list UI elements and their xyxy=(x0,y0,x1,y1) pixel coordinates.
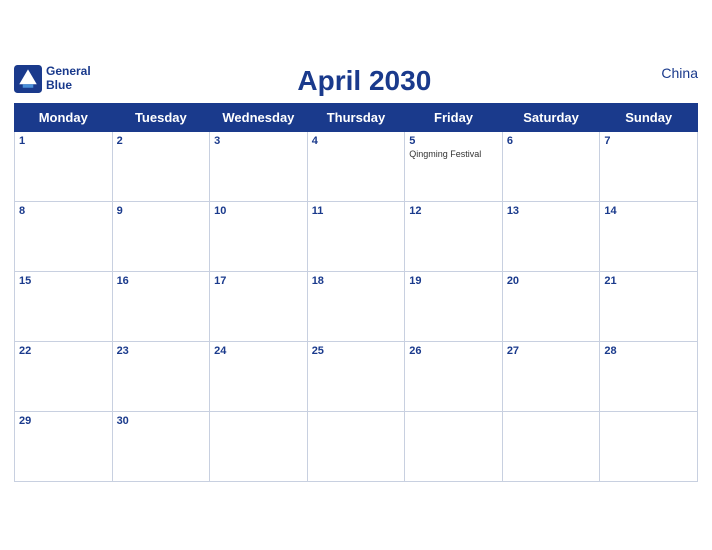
calendar-day-cell: 23 xyxy=(112,341,210,411)
day-number: 4 xyxy=(312,135,401,147)
day-number: 18 xyxy=(312,275,401,287)
calendar-day-cell: 10 xyxy=(210,201,308,271)
calendar-day-cell xyxy=(600,411,698,481)
calendar-header: General Blue April 2030 China xyxy=(14,65,698,97)
calendar-day-cell: 29 xyxy=(15,411,113,481)
day-number: 16 xyxy=(117,275,206,287)
calendar-day-cell: 1 xyxy=(15,131,113,201)
calendar-week-row: 15 16 17 18 19 20 21 xyxy=(15,271,698,341)
calendar-day-cell: 18 xyxy=(307,271,405,341)
general-blue-logo-icon xyxy=(14,65,42,93)
day-number: 7 xyxy=(604,135,693,147)
calendar-day-cell xyxy=(210,411,308,481)
day-number: 30 xyxy=(117,415,206,427)
day-number: 5 xyxy=(409,135,498,147)
calendar-day-cell: 8 xyxy=(15,201,113,271)
day-number: 24 xyxy=(214,345,303,357)
day-number: 27 xyxy=(507,345,596,357)
calendar-day-cell xyxy=(405,411,503,481)
calendar-day-cell: 21 xyxy=(600,271,698,341)
day-number: 22 xyxy=(19,345,108,357)
day-number: 9 xyxy=(117,205,206,217)
header-monday: Monday xyxy=(15,103,113,131)
header-wednesday: Wednesday xyxy=(210,103,308,131)
header-saturday: Saturday xyxy=(502,103,600,131)
region-label: China xyxy=(638,65,698,81)
calendar-day-cell: 6 xyxy=(502,131,600,201)
calendar-title: April 2030 xyxy=(91,65,638,97)
calendar-week-row: 89 10 11 12 13 14 xyxy=(15,201,698,271)
day-number: 8 xyxy=(19,205,108,217)
day-number: 29 xyxy=(19,415,108,427)
calendar-day-cell xyxy=(502,411,600,481)
header-tuesday: Tuesday xyxy=(112,103,210,131)
calendar-day-cell: 28 xyxy=(600,341,698,411)
day-number: 28 xyxy=(604,345,693,357)
day-number: 26 xyxy=(409,345,498,357)
calendar-day-cell xyxy=(307,411,405,481)
weekday-header-row: Monday Tuesday Wednesday Thursday Friday… xyxy=(15,103,698,131)
day-number: 10 xyxy=(214,205,303,217)
day-number: 12 xyxy=(409,205,498,217)
calendar-day-cell: 20 xyxy=(502,271,600,341)
logo-text: General Blue xyxy=(46,65,91,91)
calendar-week-row: 12345 Qingming Festival 67 xyxy=(15,131,698,201)
calendar-body: 12345Qingming Festival678910111213141516… xyxy=(15,131,698,481)
calendar-day-cell: 16 xyxy=(112,271,210,341)
calendar-day-cell: 24 xyxy=(210,341,308,411)
calendar-day-cell: 9 xyxy=(112,201,210,271)
calendar-table: Monday Tuesday Wednesday Thursday Friday… xyxy=(14,103,698,482)
header-thursday: Thursday xyxy=(307,103,405,131)
header-friday: Friday xyxy=(405,103,503,131)
day-number: 21 xyxy=(604,275,693,287)
calendar-day-cell: 13 xyxy=(502,201,600,271)
calendar-day-cell: 26 xyxy=(405,341,503,411)
calendar-week-row: 22 23 24 25 26 27 28 xyxy=(15,341,698,411)
day-number: 6 xyxy=(507,135,596,147)
day-number: 1 xyxy=(19,135,108,147)
header-sunday: Sunday xyxy=(600,103,698,131)
day-number: 2 xyxy=(117,135,206,147)
day-number: 19 xyxy=(409,275,498,287)
day-number: 14 xyxy=(604,205,693,217)
calendar-day-cell: 4 xyxy=(307,131,405,201)
calendar-wrapper: General Blue April 2030 China Monday Tue… xyxy=(0,55,712,496)
calendar-day-cell: 27 xyxy=(502,341,600,411)
calendar-day-cell: 19 xyxy=(405,271,503,341)
calendar-week-row: 29 30 xyxy=(15,411,698,481)
calendar-day-cell: 7 xyxy=(600,131,698,201)
calendar-day-cell: 2 xyxy=(112,131,210,201)
calendar-day-cell: 3 xyxy=(210,131,308,201)
calendar-day-cell: 15 xyxy=(15,271,113,341)
calendar-day-cell: 25 xyxy=(307,341,405,411)
calendar-day-cell: 5 Qingming Festival xyxy=(405,131,503,201)
day-number: 13 xyxy=(507,205,596,217)
day-number: 3 xyxy=(214,135,303,147)
calendar-day-cell: 17 xyxy=(210,271,308,341)
event-label: Qingming Festival xyxy=(409,149,498,159)
logo-area: General Blue xyxy=(14,65,91,93)
day-number: 20 xyxy=(507,275,596,287)
day-number: 23 xyxy=(117,345,206,357)
day-number: 15 xyxy=(19,275,108,287)
calendar-day-cell: 12 xyxy=(405,201,503,271)
day-number: 11 xyxy=(312,205,401,217)
calendar-day-cell: 30 xyxy=(112,411,210,481)
day-number: 25 xyxy=(312,345,401,357)
calendar-day-cell: 11 xyxy=(307,201,405,271)
day-number: 17 xyxy=(214,275,303,287)
calendar-day-cell: 22 xyxy=(15,341,113,411)
calendar-day-cell: 14 xyxy=(600,201,698,271)
